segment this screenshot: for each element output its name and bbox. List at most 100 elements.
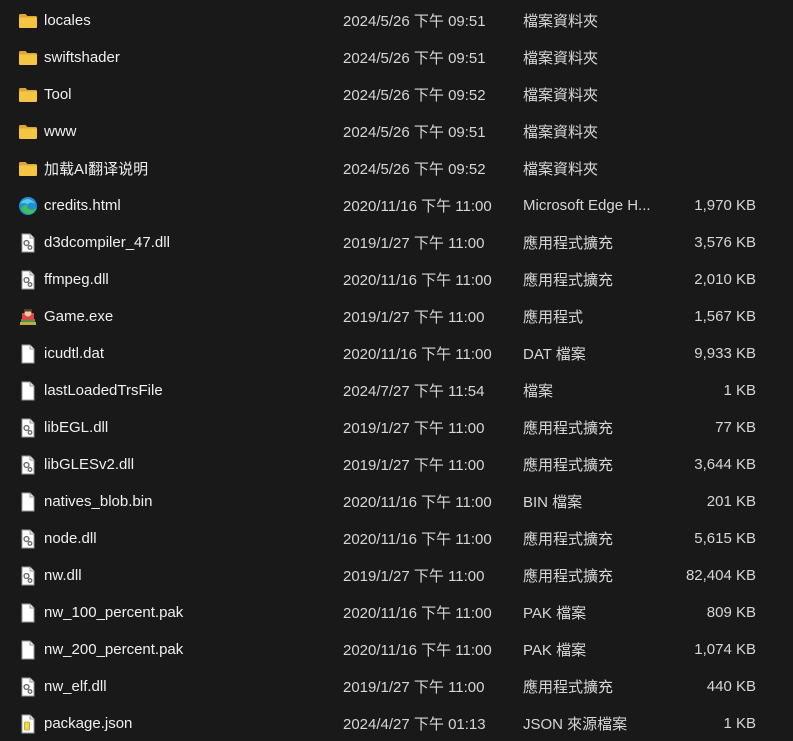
file-size: 201 KB bbox=[706, 493, 756, 510]
file-row[interactable]: icudtl.dat 2020/11/16 下午 11:00 DAT 檔案 9,933… bbox=[0, 335, 793, 372]
folder-icon bbox=[18, 48, 38, 68]
file-size: 809 KB bbox=[706, 604, 756, 621]
file-type: 應用程式擴充 bbox=[523, 272, 614, 289]
file-row[interactable]: nw_200_percent.pak 2020/11/16 下午 11:00 PAK… bbox=[0, 631, 793, 668]
file-name: credits.html bbox=[44, 197, 121, 214]
modified-date: 2024/5/26 下午 09:51 bbox=[343, 13, 486, 30]
file-type: DAT 檔案 bbox=[523, 346, 586, 363]
file-size: 5,615 KB bbox=[694, 530, 756, 547]
file-type: JSON 來源檔案 bbox=[523, 716, 628, 733]
modified-date: 2020/11/16 下午 11:00 bbox=[343, 642, 492, 659]
modified-date: 2024/5/26 下午 09:52 bbox=[343, 161, 486, 178]
modified-date: 2019/1/27 下午 11:00 bbox=[343, 420, 485, 437]
file-size: 1 KB bbox=[723, 382, 756, 399]
file-type: 應用程式擴充 bbox=[523, 568, 614, 585]
file-name: libEGL.dll bbox=[44, 419, 109, 436]
file-row[interactable]: Game.exe 2019/1/27 下午 11:00 應用程式 1,567 KB bbox=[0, 298, 793, 335]
modified-date: 2020/11/16 下午 11:00 bbox=[343, 494, 492, 511]
dll-icon bbox=[18, 677, 38, 697]
file-row[interactable]: credits.html 2020/11/16 下午 11:00 Microsoft… bbox=[0, 187, 793, 224]
file-list: locales 2024/5/26 下午 09:51 檔案資料夾 swiftshad… bbox=[0, 0, 793, 741]
folder-icon bbox=[18, 11, 38, 31]
file-size: 3,576 KB bbox=[694, 234, 756, 251]
file-type: 應用程式 bbox=[523, 309, 584, 326]
modified-date: 2024/7/27 下午 11:54 bbox=[343, 383, 485, 400]
file-size: 1,567 KB bbox=[694, 308, 756, 325]
file-size: 1,970 KB bbox=[694, 197, 756, 214]
file-name: swiftshader bbox=[44, 49, 120, 66]
modified-date: 2024/5/26 下午 09:52 bbox=[343, 87, 486, 104]
modified-date: 2024/5/26 下午 09:51 bbox=[343, 50, 486, 67]
file-name: nw_elf.dll bbox=[44, 678, 107, 695]
file-type: 應用程式擴充 bbox=[523, 420, 614, 437]
file-name: ffmpeg.dll bbox=[44, 271, 109, 288]
file-row[interactable]: Tool 2024/5/26 下午 09:52 檔案資料夾 bbox=[0, 76, 793, 113]
modified-date: 2019/1/27 下午 11:00 bbox=[343, 679, 485, 696]
file-type: 應用程式擴充 bbox=[523, 531, 614, 548]
file-row[interactable]: www 2024/5/26 下午 09:51 檔案資料夾 bbox=[0, 113, 793, 150]
modified-date: 2019/1/27 下午 11:00 bbox=[343, 568, 485, 585]
file-row[interactable]: nw.dll 2019/1/27 下午 11:00 應用程式擴充 82,404 KB bbox=[0, 557, 793, 594]
file-row[interactable]: libEGL.dll 2019/1/27 下午 11:00 應用程式擴充 77 KB bbox=[0, 409, 793, 446]
file-size: 9,933 KB bbox=[694, 345, 756, 362]
folder-icon bbox=[18, 85, 38, 105]
file-size: 3,644 KB bbox=[694, 456, 756, 473]
file-name: nw_200_percent.pak bbox=[44, 641, 184, 658]
file-row[interactable]: nw_elf.dll 2019/1/27 下午 11:00 應用程式擴充 440 KB bbox=[0, 668, 793, 705]
blank-file-icon bbox=[18, 344, 38, 364]
file-name: lastLoadedTrsFile bbox=[44, 382, 163, 399]
dll-icon bbox=[18, 233, 38, 253]
modified-date: 2020/11/16 下午 11:00 bbox=[343, 531, 492, 548]
file-name: nw_100_percent.pak bbox=[44, 604, 184, 621]
file-name: libGLESv2.dll bbox=[44, 456, 135, 473]
file-row[interactable]: ffmpeg.dll 2020/11/16 下午 11:00 應用程式擴充 2,010… bbox=[0, 261, 793, 298]
file-name: natives_blob.bin bbox=[44, 493, 153, 510]
file-row[interactable]: d3dcompiler_47.dll 2019/1/27 下午 11:00 應用程式… bbox=[0, 224, 793, 261]
file-name: d3dcompiler_47.dll bbox=[44, 234, 170, 251]
blank-file-icon bbox=[18, 492, 38, 512]
file-row[interactable]: locales 2024/5/26 下午 09:51 檔案資料夾 bbox=[0, 2, 793, 39]
file-name: icudtl.dat bbox=[44, 345, 105, 362]
file-row[interactable]: package.json 2024/4/27 下午 01:13 JSON 來源檔案 1… bbox=[0, 705, 793, 741]
file-row[interactable]: natives_blob.bin 2020/11/16 下午 11:00 BIN 檔… bbox=[0, 483, 793, 520]
game-exe-icon bbox=[18, 307, 38, 327]
file-row[interactable]: libGLESv2.dll 2019/1/27 下午 11:00 應用程式擴充 3,6… bbox=[0, 446, 793, 483]
file-size: 1,074 KB bbox=[694, 641, 756, 658]
modified-date: 2020/11/16 下午 11:00 bbox=[343, 605, 492, 622]
file-row[interactable]: lastLoadedTrsFile 2024/7/27 下午 11:54 檔案 1 K… bbox=[0, 372, 793, 409]
dll-icon bbox=[18, 270, 38, 290]
file-type: BIN 檔案 bbox=[523, 494, 583, 511]
file-name: www bbox=[44, 123, 77, 140]
file-type: 應用程式擴充 bbox=[523, 679, 614, 696]
file-row[interactable]: 加载AI翻译说明 2024/5/26 下午 09:52 檔案資料夾 bbox=[0, 150, 793, 187]
file-row[interactable]: node.dll 2020/11/16 下午 11:00 應用程式擴充 5,615 K… bbox=[0, 520, 793, 557]
file-type: PAK 檔案 bbox=[523, 605, 587, 622]
file-type: 應用程式擴充 bbox=[523, 457, 614, 474]
json-file-icon bbox=[18, 714, 38, 734]
blank-file-icon bbox=[18, 640, 38, 660]
folder-icon bbox=[18, 122, 38, 142]
file-type: 檔案資料夾 bbox=[523, 161, 599, 178]
modified-date: 2020/11/16 下午 11:00 bbox=[343, 272, 492, 289]
file-size: 77 KB bbox=[715, 419, 756, 436]
file-size: 2,010 KB bbox=[694, 271, 756, 288]
file-type: Microsoft Edge H... bbox=[523, 197, 651, 214]
file-size: 440 KB bbox=[706, 678, 756, 695]
file-name: nw.dll bbox=[44, 567, 82, 584]
file-name: package.json bbox=[44, 715, 133, 732]
file-row[interactable]: swiftshader 2024/5/26 下午 09:51 檔案資料夾 bbox=[0, 39, 793, 76]
modified-date: 2019/1/27 下午 11:00 bbox=[343, 457, 485, 474]
edge-icon bbox=[18, 196, 38, 216]
dll-icon bbox=[18, 455, 38, 475]
file-name: 加载AI翻译说明 bbox=[44, 161, 149, 178]
file-type: 檔案資料夾 bbox=[523, 13, 599, 30]
modified-date: 2019/1/27 下午 11:00 bbox=[343, 235, 485, 252]
blank-file-icon bbox=[18, 381, 38, 401]
file-name: locales bbox=[44, 12, 91, 29]
file-name: Game.exe bbox=[44, 308, 114, 325]
modified-date: 2024/4/27 下午 01:13 bbox=[343, 716, 486, 733]
file-size: 82,404 KB bbox=[685, 567, 756, 584]
file-row[interactable]: nw_100_percent.pak 2020/11/16 下午 11:00 PAK… bbox=[0, 594, 793, 631]
file-type: 應用程式擴充 bbox=[523, 235, 614, 252]
file-type: 檔案資料夾 bbox=[523, 87, 599, 104]
